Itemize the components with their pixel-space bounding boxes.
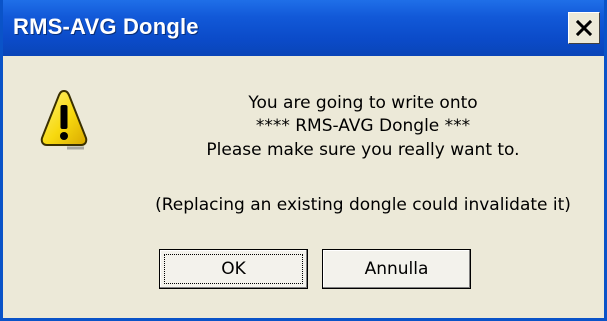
message-line-3: Please make sure you really want to. [206,140,520,160]
message-line-1: You are going to write onto [248,93,478,113]
title-bar[interactable]: RMS-AVG Dongle [3,0,604,56]
warning-icon [39,88,89,150]
message-line-2: **** RMS-AVG Dongle *** [255,116,471,136]
cancel-button[interactable]: Annulla [322,249,471,289]
close-button[interactable] [568,12,600,44]
message-line-4: (Replacing an existing dongle could inva… [155,195,571,215]
window-title: RMS-AVG Dongle [13,14,199,39]
close-icon [576,20,592,36]
ok-button[interactable]: OK [159,249,308,289]
message-dialog: RMS-AVG Dongle You are going to write on… [0,0,607,321]
